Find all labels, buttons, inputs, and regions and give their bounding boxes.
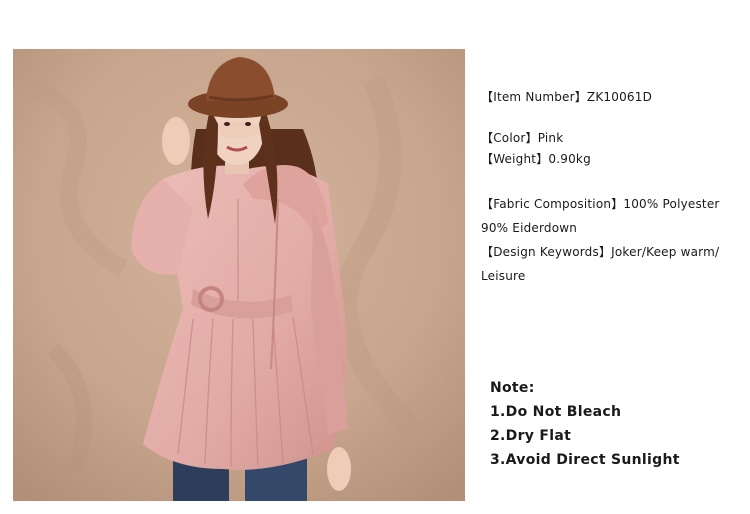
note-item: 1.Do Not Bleach [490, 404, 622, 420]
notes-title: Note: [490, 380, 535, 396]
note-item: 2.Dry Flat [490, 428, 572, 444]
model-in-pink-coat-image [13, 49, 465, 501]
color-spec: 【Color】Pink [481, 131, 564, 145]
design-keywords-line2: Leisure [481, 269, 526, 283]
fabric-composition-line2: 90% Eiderdown [481, 221, 578, 235]
weight-spec: 【Weight】0.90kg [481, 152, 591, 166]
note-item: 3.Avoid Direct Sunlight [490, 452, 680, 468]
product-photo [13, 49, 465, 501]
fabric-composition-line1: 【Fabric Composition】100% Polyester [481, 197, 720, 211]
design-keywords-line1: 【Design Keywords】Joker/Keep warm/ [481, 245, 720, 259]
item-number: 【Item Number】ZK10061D [481, 90, 653, 104]
care-notes: Note: 1.Do Not Bleach 2.Dry Flat 3.Avoid… [490, 376, 680, 472]
